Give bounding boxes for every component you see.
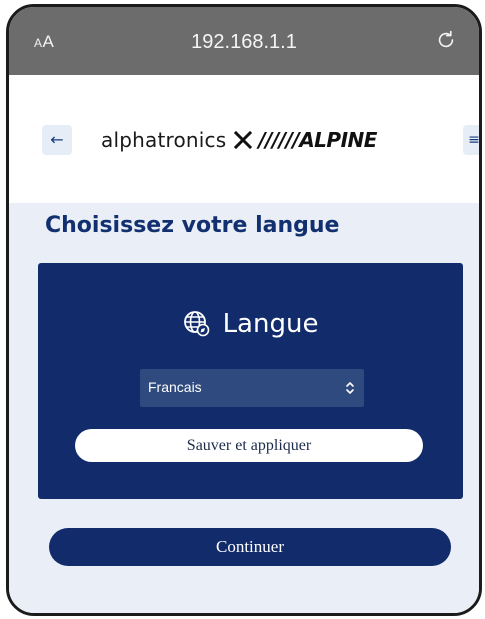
menu-button[interactable]: ≡ [463,125,480,155]
logo-alphatronics: alphatronics [101,128,227,152]
continue-button[interactable]: Continuer [49,528,451,566]
language-card-header: Langue [38,309,463,339]
save-apply-button[interactable]: Sauver et appliquer [75,429,423,462]
menu-icon: ≡ [468,132,480,148]
page-title: Choisissez votre langue [45,213,340,238]
logo-alpine: //////ALPINE [258,128,377,152]
language-card-title: Langue [222,309,319,339]
site-header: ← alphatronics //////ALPINE ≡ [9,75,479,203]
browser-address-bar: AA 192.168.1.1 [9,7,479,75]
brand-logo: alphatronics //////ALPINE [101,124,377,156]
globe-icon [183,311,209,337]
language-select[interactable]: Francais [140,369,364,407]
back-button[interactable]: ← [42,125,72,155]
url-field[interactable]: 192.168.1.1 [9,31,479,54]
language-select-value: Francais [148,379,202,395]
chevron-up-down-icon [346,382,354,394]
logo-cross-icon [234,131,253,149]
language-card: Langue Francais Sauver et appliquer [38,263,463,499]
back-arrow-icon: ← [50,130,64,149]
main-content: Choisissez votre langue Langue Francais [9,203,479,613]
phone-screen: AA 192.168.1.1 ← alphatronics //////ALPI… [6,4,482,616]
reload-icon[interactable] [435,29,457,51]
